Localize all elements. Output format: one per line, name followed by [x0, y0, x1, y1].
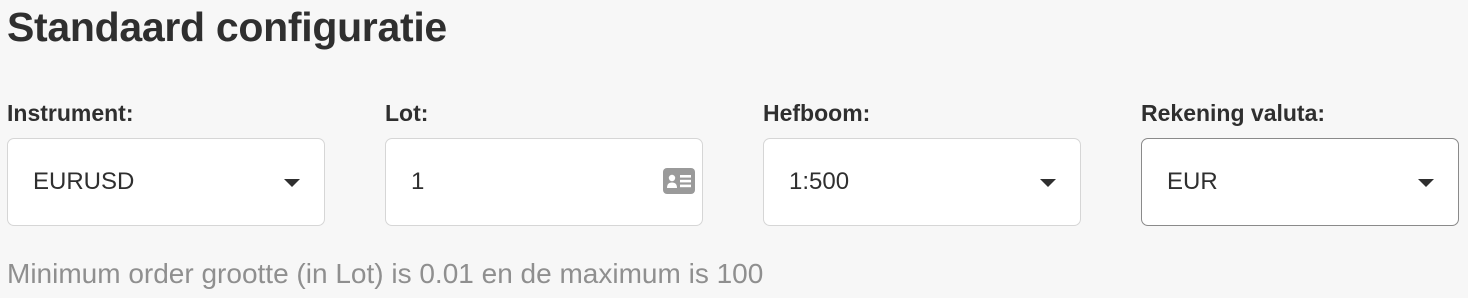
leverage-select[interactable]: 1:500	[763, 138, 1081, 226]
instrument-label: Instrument:	[7, 100, 134, 126]
page-title: Standaard configuratie	[7, 4, 447, 50]
lot-input[interactable]: 1	[385, 138, 703, 226]
default-configuration-panel: Standaard configuratie Instrument: EURUS…	[0, 0, 1468, 298]
lot-label: Lot:	[385, 100, 429, 126]
chevron-down-icon	[1418, 179, 1434, 187]
lot-value: 1	[411, 168, 425, 195]
leverage-field: Hefboom: 1:500	[763, 98, 1081, 226]
currency-field: Rekening valuta: EUR	[1141, 98, 1459, 226]
lot-field: Lot: 1	[385, 98, 703, 226]
id-card-icon	[663, 168, 695, 194]
leverage-value: 1:500	[789, 168, 850, 195]
currency-value: EUR	[1167, 168, 1218, 195]
leverage-label: Hefboom:	[763, 100, 871, 126]
currency-label: Rekening valuta:	[1141, 100, 1326, 126]
lot-size-hint: Minimum order grootte (in Lot) is 0.01 e…	[7, 258, 764, 289]
instrument-field: Instrument: EURUSD	[7, 98, 325, 226]
chevron-down-icon	[1040, 179, 1056, 187]
currency-select[interactable]: EUR	[1141, 138, 1459, 226]
instrument-value: EURUSD	[33, 168, 135, 195]
chevron-down-icon	[284, 179, 300, 187]
instrument-select[interactable]: EURUSD	[7, 138, 325, 226]
